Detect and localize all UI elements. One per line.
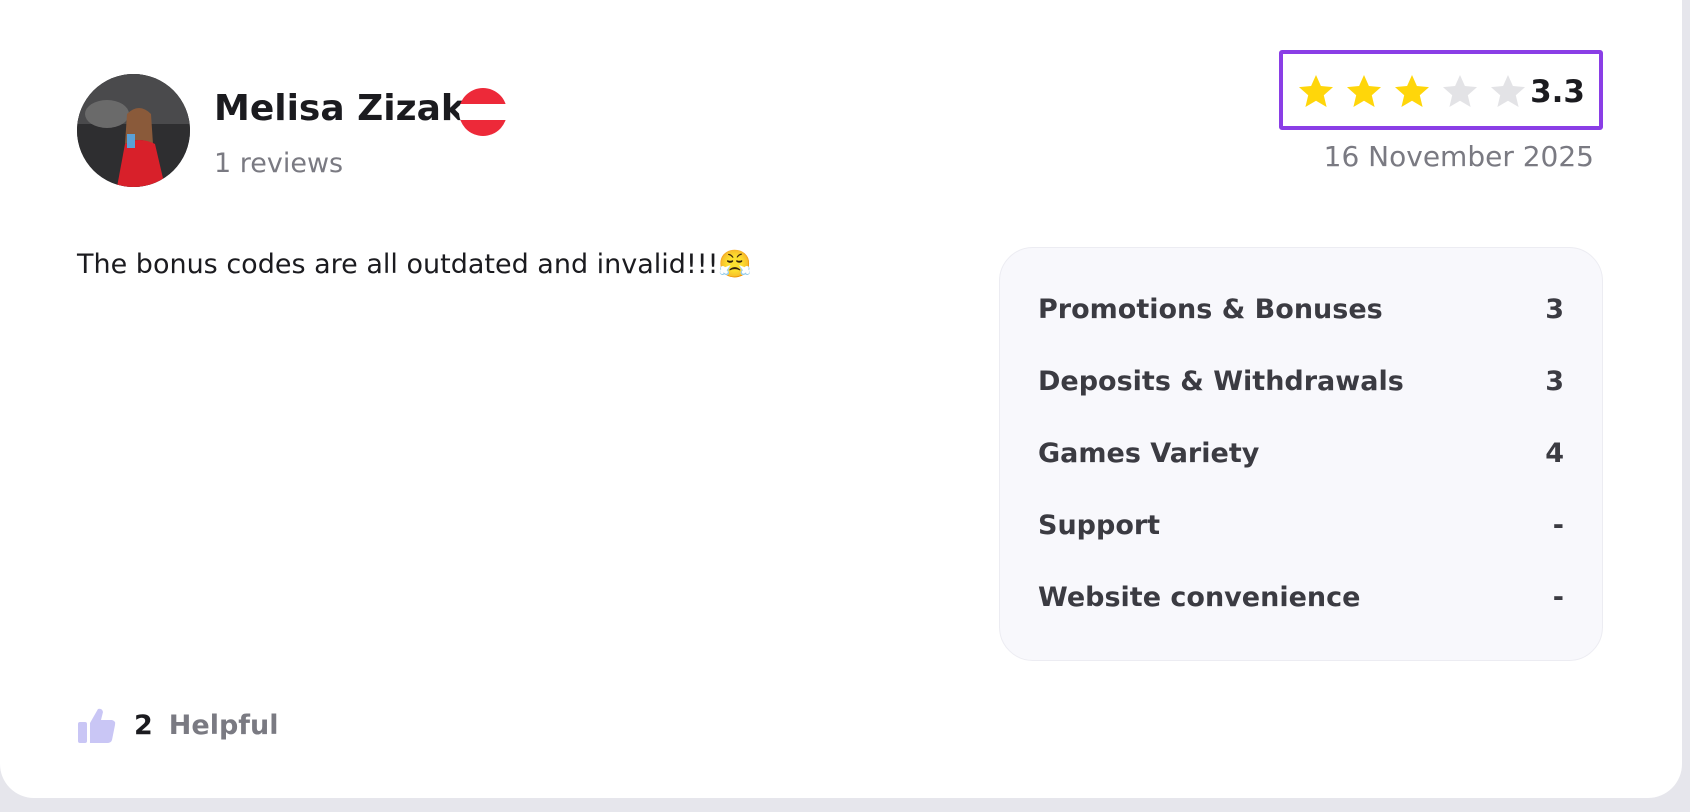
score-value: 3	[1545, 293, 1564, 325]
score-row-games-variety: Games Variety 4	[1038, 433, 1564, 473]
rating-value: 3.3	[1530, 74, 1585, 110]
author-name[interactable]: Melisa Zizak	[214, 88, 465, 129]
helpful-count: 2	[134, 709, 153, 741]
score-row-website-convenience: Website convenience -	[1038, 577, 1564, 617]
score-value: -	[1552, 509, 1564, 541]
score-value: -	[1552, 581, 1564, 613]
avatar-photo	[77, 74, 190, 187]
score-value: 4	[1545, 437, 1564, 469]
star-filled-icon	[1347, 75, 1381, 107]
review-date: 16 November 2025	[1323, 140, 1594, 173]
helpful-button[interactable]: 2 Helpful	[77, 702, 279, 748]
score-label: Support	[1038, 509, 1161, 541]
review-count: 1 reviews	[214, 148, 344, 179]
star-filled-icon	[1299, 75, 1333, 107]
score-row-promotions: Promotions & Bonuses 3	[1038, 289, 1564, 329]
overall-rating: 3.3	[1279, 50, 1603, 130]
helpful-label: Helpful	[168, 709, 279, 741]
star-empty-icon	[1491, 75, 1525, 107]
austria-flag-icon	[459, 88, 507, 136]
review-card: Melisa Zizak 1 reviews 3.3 16 November 2…	[0, 0, 1682, 798]
score-row-deposits: Deposits & Withdrawals 3	[1038, 361, 1564, 401]
star-empty-icon	[1443, 75, 1477, 107]
star-filled-icon	[1395, 75, 1429, 107]
review-text: The bonus codes are all outdated and inv…	[77, 249, 753, 280]
score-label: Deposits & Withdrawals	[1038, 365, 1404, 397]
thumbs-up-icon	[78, 708, 116, 743]
score-value: 3	[1545, 365, 1564, 397]
avatar[interactable]	[77, 74, 190, 187]
category-scores-panel: Promotions & Bonuses 3 Deposits & Withdr…	[999, 247, 1603, 661]
score-row-support: Support -	[1038, 505, 1564, 545]
score-label: Promotions & Bonuses	[1038, 293, 1383, 325]
star-rating	[1297, 73, 1527, 111]
score-label: Games Variety	[1038, 437, 1260, 469]
score-label: Website convenience	[1038, 581, 1361, 613]
